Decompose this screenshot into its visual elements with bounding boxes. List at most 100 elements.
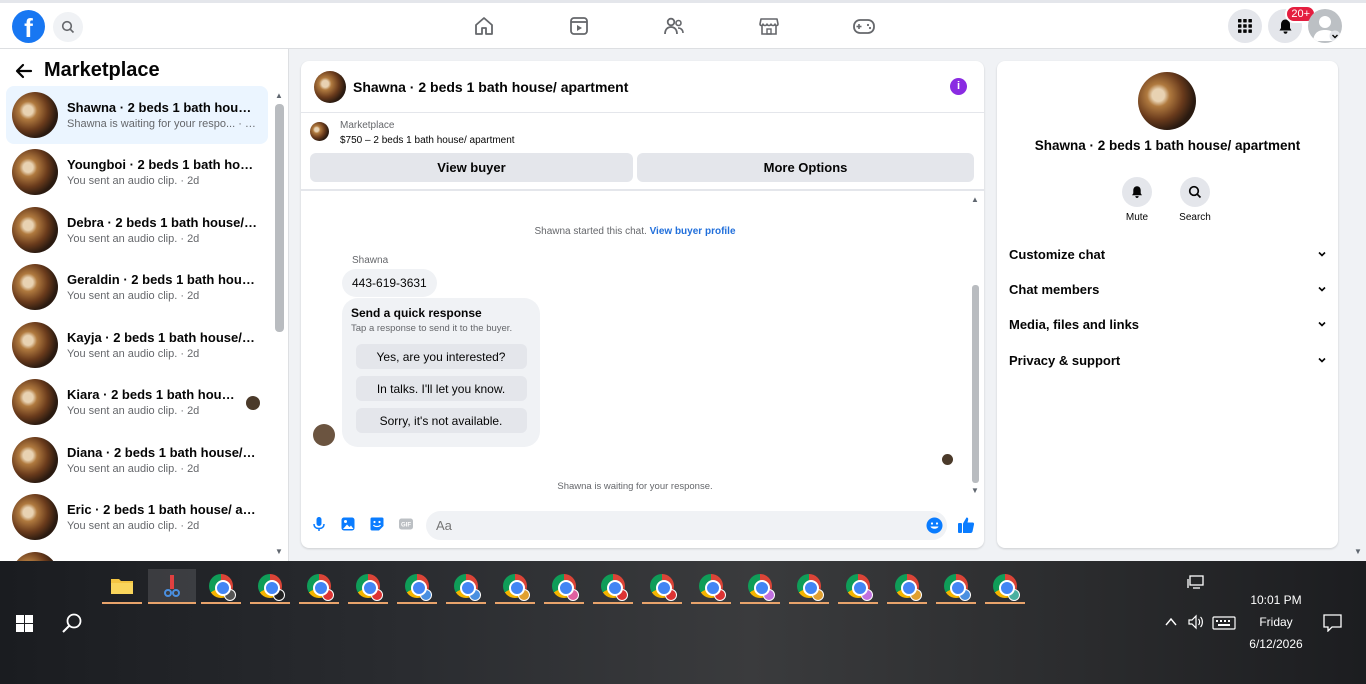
chrome-taskbar-button[interactable] bbox=[887, 569, 927, 604]
thread-preview: You sent an audio clip. · 2d bbox=[67, 347, 200, 360]
chrome-taskbar-button[interactable] bbox=[544, 569, 584, 604]
facebook-logo[interactable]: f bbox=[12, 10, 45, 43]
more-options-button[interactable]: More Options bbox=[637, 153, 974, 182]
view-buyer-profile-link[interactable]: View buyer profile bbox=[650, 226, 736, 237]
taskbar-search-icon[interactable] bbox=[61, 612, 83, 634]
profile-badge bbox=[567, 589, 579, 601]
mute-button[interactable]: Mute bbox=[1107, 177, 1167, 223]
quick-response-subtitle: Tap a response to send it to the buyer. bbox=[351, 323, 513, 334]
windows-start-icon[interactable] bbox=[16, 615, 33, 632]
account-avatar-button[interactable] bbox=[1308, 9, 1342, 43]
search-in-conversation-button[interactable]: Search bbox=[1165, 177, 1225, 223]
file-explorer-taskbar-button[interactable] bbox=[102, 569, 142, 604]
thread-item[interactable]: Diana · 2 beds 1 bath house/ apartment Yo… bbox=[6, 431, 268, 489]
show-hidden-icons-chevron[interactable] bbox=[1165, 617, 1177, 627]
thread-preview: You sent an audio clip. · 2d bbox=[67, 520, 200, 533]
message-input-box[interactable] bbox=[426, 511, 947, 540]
chrome-icon bbox=[699, 574, 726, 601]
sticker-icon[interactable] bbox=[369, 516, 385, 532]
listing-summary[interactable]: Marketplace $750 – 2 beds 1 bath house/ … bbox=[301, 113, 984, 151]
chrome-taskbar-button[interactable] bbox=[642, 569, 682, 604]
chrome-taskbar-button[interactable] bbox=[299, 569, 339, 604]
view-buyer-button[interactable]: View buyer bbox=[310, 153, 633, 182]
chrome-taskbar-button[interactable] bbox=[397, 569, 437, 604]
chrome-taskbar-button[interactable] bbox=[446, 569, 486, 604]
keyboard-icon[interactable] bbox=[1212, 616, 1236, 630]
tool-taskbar-button[interactable] bbox=[148, 569, 196, 604]
chrome-taskbar-button[interactable] bbox=[740, 569, 780, 604]
home-nav-button[interactable] bbox=[460, 10, 508, 42]
chrome-taskbar-button[interactable] bbox=[838, 569, 878, 604]
chrome-taskbar-button[interactable] bbox=[936, 569, 976, 604]
customize-chat-section[interactable]: Customize chat bbox=[1009, 241, 1327, 267]
emoji-icon[interactable] bbox=[926, 517, 943, 534]
scroll-down-arrow[interactable]: ▼ bbox=[971, 486, 979, 495]
sender-avatar[interactable] bbox=[313, 424, 335, 446]
thread-item[interactable]: Eric · 2 beds 1 bath house/ apartment You… bbox=[6, 489, 268, 547]
scroll-up-arrow[interactable]: ▲ bbox=[275, 91, 283, 100]
scroll-up-arrow[interactable]: ▲ bbox=[971, 195, 979, 204]
listing-thumbnail bbox=[12, 149, 58, 196]
sidebar-scrollbar[interactable] bbox=[275, 104, 284, 332]
chat-title[interactable]: Shawna · 2 beds 1 bath house/ apartment bbox=[353, 79, 628, 95]
photo-icon[interactable] bbox=[340, 516, 356, 532]
back-arrow-icon[interactable] bbox=[14, 61, 34, 81]
mute-label: Mute bbox=[1125, 212, 1149, 223]
friends-icon bbox=[664, 17, 684, 35]
page-scroll-down-arrow[interactable]: ▼ bbox=[1354, 547, 1362, 556]
messages-scrollbar[interactable] bbox=[972, 285, 979, 483]
message-input[interactable] bbox=[436, 518, 906, 533]
bell-icon bbox=[1132, 186, 1142, 199]
microphone-icon[interactable] bbox=[311, 516, 327, 532]
friends-nav-button[interactable] bbox=[650, 10, 698, 42]
listing-thumbnail bbox=[12, 379, 58, 426]
quick-response-option[interactable]: Sorry, it's not available. bbox=[355, 408, 527, 433]
quick-response-option[interactable]: Yes, are you interested? bbox=[355, 344, 527, 369]
taskbar-day[interactable]: Friday bbox=[1236, 615, 1316, 629]
thread-item[interactable]: Debra · 2 beds 1 bath house/ apartment Yo… bbox=[6, 201, 268, 259]
taskbar-time[interactable]: 10:01 PM bbox=[1236, 593, 1316, 607]
chrome-taskbar-button[interactable] bbox=[691, 569, 731, 604]
chrome-taskbar-button[interactable] bbox=[593, 569, 633, 604]
scissors-tool-icon bbox=[164, 575, 180, 597]
search-label: Search bbox=[1179, 212, 1211, 223]
thumbs-up-icon[interactable] bbox=[957, 516, 975, 534]
thread-item[interactable]: Youngboi · 2 beds 1 bath house/ apartmen… bbox=[6, 144, 268, 202]
chat-started-text: Shawna started this chat. bbox=[534, 226, 647, 237]
volume-icon[interactable] bbox=[1187, 614, 1205, 630]
search-button[interactable] bbox=[53, 12, 83, 42]
thread-item[interactable]: Kayja · 2 beds 1 bath house/ apartment Yo… bbox=[6, 316, 268, 374]
section-label: Media, files and links bbox=[1009, 316, 1140, 332]
gif-icon[interactable]: GIF bbox=[398, 516, 414, 532]
chrome-taskbar-button[interactable] bbox=[985, 569, 1025, 604]
action-center-icon[interactable] bbox=[1323, 614, 1342, 632]
info-listing-thumbnail[interactable] bbox=[1138, 72, 1196, 130]
chrome-taskbar-button[interactable] bbox=[789, 569, 829, 604]
chrome-taskbar-button[interactable] bbox=[495, 569, 535, 604]
chrome-taskbar-button[interactable] bbox=[348, 569, 388, 604]
thread-item[interactable]: Geraldin · 2 beds 1 bath house/ apartmen… bbox=[6, 259, 268, 317]
chrome-taskbar-button[interactable] bbox=[201, 569, 241, 604]
thread-item[interactable]: Kiara · 2 beds 1 bath house/ apartment Yo… bbox=[6, 374, 268, 432]
chrome-taskbar-button[interactable] bbox=[250, 569, 290, 604]
video-nav-button[interactable] bbox=[555, 10, 603, 42]
chat-members-section[interactable]: Chat members bbox=[1009, 276, 1327, 302]
chevron-down-icon bbox=[1318, 357, 1326, 363]
marketplace-nav-button[interactable] bbox=[745, 10, 793, 42]
taskbar-date[interactable]: 6/12/2026 bbox=[1236, 637, 1316, 651]
thread-item[interactable]: Shawna · 2 beds 1 bath house/ apartment S… bbox=[6, 86, 268, 144]
info-icon[interactable]: i bbox=[950, 78, 967, 95]
thread-item[interactable] bbox=[6, 546, 268, 561]
profile-badge bbox=[910, 589, 922, 601]
menu-button[interactable] bbox=[1228, 9, 1262, 43]
network-display-icon[interactable] bbox=[1187, 575, 1205, 591]
notifications-button[interactable]: 20+ bbox=[1268, 5, 1316, 43]
seen-avatar bbox=[942, 454, 953, 465]
listing-thumbnail bbox=[12, 91, 58, 138]
quick-response-option[interactable]: In talks. I'll let you know. bbox=[355, 376, 527, 401]
privacy-support-section[interactable]: Privacy & support bbox=[1009, 347, 1327, 373]
chat-listing-thumbnail[interactable] bbox=[314, 70, 346, 103]
media-files-links-section[interactable]: Media, files and links bbox=[1009, 311, 1327, 337]
gaming-nav-button[interactable] bbox=[840, 10, 888, 42]
scroll-down-arrow[interactable]: ▼ bbox=[275, 547, 283, 556]
